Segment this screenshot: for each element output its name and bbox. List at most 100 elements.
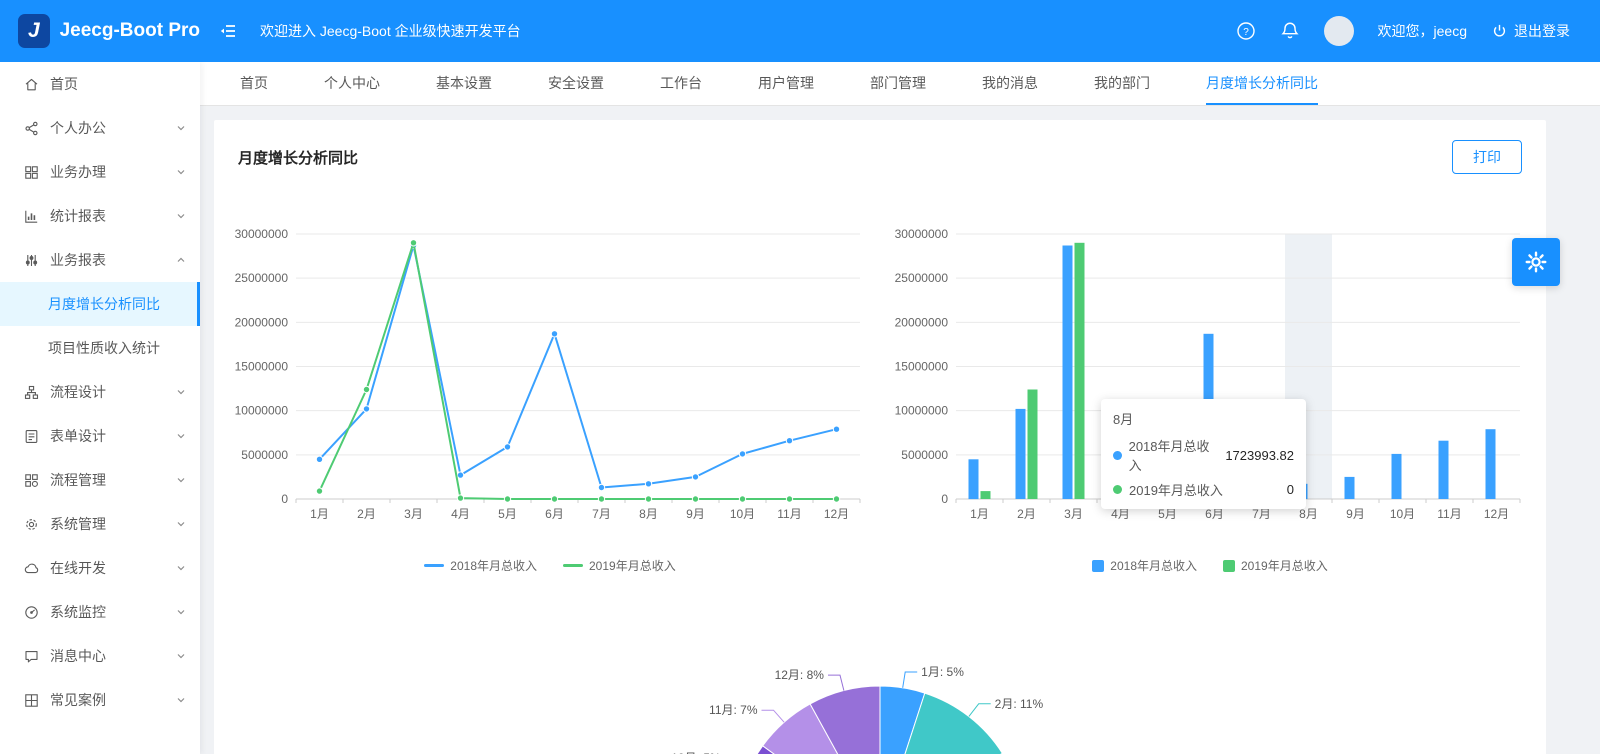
tab-home[interactable]: 首页 xyxy=(240,62,268,105)
pie-chart-panel: 1月: 5%2月: 11%10月: 5%11月: 7%12月: 8% xyxy=(500,636,1260,754)
svg-text:6月: 6月 xyxy=(545,507,564,521)
pie-chart[interactable]: 1月: 5%2月: 11%10月: 5%11月: 7%12月: 8% xyxy=(500,636,1260,754)
legend-item-2019[interactable]: 2019年月总收入 xyxy=(1223,557,1328,574)
tab-user-manage[interactable]: 用户管理 xyxy=(758,62,814,105)
svg-text:9月: 9月 xyxy=(1346,507,1365,521)
appstore-icon xyxy=(24,165,40,180)
legend-item-2018[interactable]: 2018年月总收入 xyxy=(1092,557,1197,574)
svg-text:30000000: 30000000 xyxy=(235,227,289,241)
logout-button[interactable]: 退出登录 xyxy=(1491,21,1570,41)
content-area: 月度增长分析同比 打印 0 5000000 10000000 15000000 2000… xyxy=(200,106,1600,754)
svg-text:?: ? xyxy=(1243,27,1249,38)
bar-chart-panel: 0 5000000 10000000 15000000 20000000 25000000… xyxy=(886,204,1534,574)
main-area: 首页 个人中心 基本设置 安全设置 工作台 用户管理 部门管理 我的消息 我的部… xyxy=(200,0,1600,754)
bell-icon[interactable] xyxy=(1280,21,1300,41)
sidebar-subitem-monthly-growth[interactable]: 月度增长分析同比 xyxy=(0,282,200,326)
svg-text:8月: 8月 xyxy=(639,507,658,521)
menu-fold-icon[interactable] xyxy=(218,22,238,40)
svg-text:11月: 11月 xyxy=(777,507,801,521)
chevron-down-icon xyxy=(176,475,186,485)
svg-text:9月: 9月 xyxy=(686,507,705,521)
settings-fab[interactable] xyxy=(1512,238,1560,286)
user-greeting[interactable]: 欢迎您，jeecg xyxy=(1378,21,1467,41)
chevron-down-icon xyxy=(176,563,186,573)
gear-icon xyxy=(1525,251,1547,273)
header-actions: ? 欢迎您，jeecg 退出登录 xyxy=(1236,16,1600,46)
sidebar-item-system-manage[interactable]: 系统管理 xyxy=(0,502,200,546)
sidebar-item-statistics-report[interactable]: 统计报表 xyxy=(0,194,200,238)
tab-personal-center[interactable]: 个人中心 xyxy=(324,62,380,105)
tab-workbench[interactable]: 工作台 xyxy=(660,62,702,105)
print-button[interactable]: 打印 xyxy=(1452,140,1522,174)
tab-basic-settings[interactable]: 基本设置 xyxy=(436,62,492,105)
svg-text:12月: 12月 xyxy=(824,507,849,521)
svg-text:5月: 5月 xyxy=(498,507,517,521)
tooltip-row: 2019年月总收入 0 xyxy=(1113,480,1294,499)
svg-text:25000000: 25000000 xyxy=(895,271,949,285)
tab-my-messages[interactable]: 我的消息 xyxy=(982,62,1038,105)
chevron-down-icon xyxy=(176,431,186,441)
svg-text:30000000: 30000000 xyxy=(895,227,949,241)
sidebar-item-system-monitor[interactable]: 系统监控 xyxy=(0,590,200,634)
sidebar-item-form-design[interactable]: 表单设计 xyxy=(0,414,200,458)
svg-text:1月: 1月 xyxy=(310,507,329,521)
svg-text:5000000: 5000000 xyxy=(901,448,948,462)
tab-monthly-growth[interactable]: 月度增长分析同比 xyxy=(1206,62,1318,105)
line-chart[interactable]: 0 5000000 10000000 15000000 20000000 25000000… xyxy=(226,204,874,544)
chevron-down-icon xyxy=(176,695,186,705)
sidebar-item-flow-manage[interactable]: 流程管理 xyxy=(0,458,200,502)
svg-text:11月: 7%: 11月: 7% xyxy=(709,703,758,717)
svg-text:1月: 1月 xyxy=(970,507,989,521)
svg-text:5月: 5月 xyxy=(1158,507,1177,521)
chevron-down-icon xyxy=(176,519,186,529)
svg-text:2月: 2月 xyxy=(357,507,376,521)
home-icon xyxy=(24,77,40,92)
bar-chart-legend: 2018年月总收入 2019年月总收入 xyxy=(886,557,1534,574)
svg-text:2月: 11%: 2月: 11% xyxy=(995,697,1044,711)
legend-item-2018[interactable]: 2018年月总收入 xyxy=(424,557,537,574)
sidebar-item-business-handle[interactable]: 业务办理 xyxy=(0,150,200,194)
sidebar-item-flow-design[interactable]: 流程设计 xyxy=(0,370,200,414)
question-circle-icon[interactable]: ? xyxy=(1236,21,1256,41)
sidebar-item-common-cases[interactable]: 常见案例 xyxy=(0,678,200,722)
svg-text:0: 0 xyxy=(941,492,948,506)
svg-text:6月: 6月 xyxy=(1205,507,1224,521)
svg-text:11月: 11月 xyxy=(1437,507,1461,521)
sidebar-item-message-center[interactable]: 消息中心 xyxy=(0,634,200,678)
svg-text:4月: 4月 xyxy=(451,507,470,521)
welcome-text: 欢迎进入 Jeecg-Boot 企业级快速开发平台 xyxy=(260,23,521,39)
svg-text:2月: 2月 xyxy=(1017,507,1036,521)
sidebar-item-business-report[interactable]: 业务报表 xyxy=(0,238,200,282)
user-avatar[interactable] xyxy=(1323,16,1354,46)
svg-text:7月: 7月 xyxy=(1252,507,1271,521)
line-chart-panel: 0 5000000 10000000 15000000 20000000 25000000… xyxy=(226,204,874,574)
svg-text:10000000: 10000000 xyxy=(235,404,289,418)
chevron-down-icon xyxy=(176,211,186,221)
chart-tooltip: 8月 2018年月总收入 1723993.82 2019年月总收入 0 xyxy=(1101,399,1306,509)
logout-icon xyxy=(1493,24,1506,36)
legend-line-marker xyxy=(424,564,445,567)
cases-icon xyxy=(24,693,40,708)
line-chart-legend: 2018年月总收入 2019年月总收入 xyxy=(226,557,874,574)
cluster-icon xyxy=(24,385,40,400)
tab-my-dept[interactable]: 我的部门 xyxy=(1094,62,1150,105)
tab-dept-manage[interactable]: 部门管理 xyxy=(870,62,926,105)
svg-text:25000000: 25000000 xyxy=(235,271,289,285)
logo-area[interactable]: J Jeecg-Boot Pro xyxy=(0,14,200,48)
sidebar-item-home[interactable]: 首页 xyxy=(0,62,200,106)
svg-text:15000000: 15000000 xyxy=(235,360,289,374)
chevron-down-icon xyxy=(176,607,186,617)
svg-text:0: 0 xyxy=(281,492,288,506)
svg-text:10000000: 10000000 xyxy=(895,404,949,418)
tab-security-settings[interactable]: 安全设置 xyxy=(548,62,604,105)
sidebar-item-online-dev[interactable]: 在线开发 xyxy=(0,546,200,590)
svg-text:10月: 10月 xyxy=(1390,507,1415,521)
app-logo: J xyxy=(18,14,50,48)
legend-line-marker xyxy=(563,564,583,567)
svg-text:12月: 12月 xyxy=(1484,507,1509,521)
svg-text:10月: 10月 xyxy=(730,507,755,521)
sidebar-subitem-project-income[interactable]: 项目性质收入统计 xyxy=(0,326,200,370)
legend-item-2019[interactable]: 2019年月总收入 xyxy=(563,557,676,574)
svg-text:8月: 8月 xyxy=(1299,507,1318,521)
sidebar-item-personal-office[interactable]: 个人办公 xyxy=(0,106,200,150)
